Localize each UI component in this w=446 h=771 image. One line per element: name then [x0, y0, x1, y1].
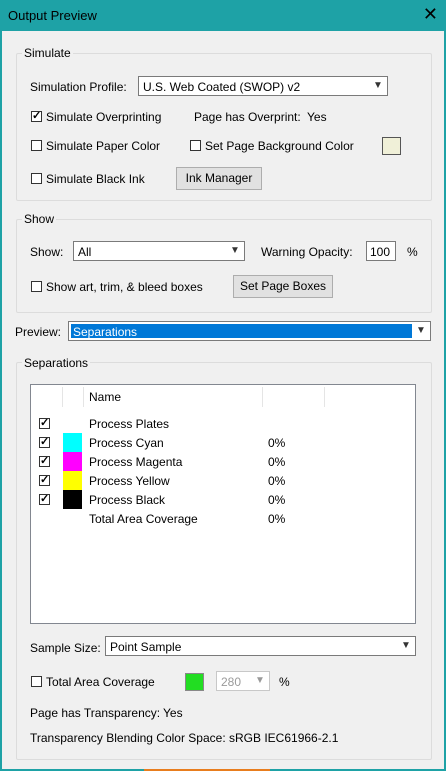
simulate-black-ink-checkbox[interactable] [31, 173, 42, 184]
separation-color-swatch [63, 490, 82, 509]
separation-checkbox[interactable] [39, 492, 50, 505]
separation-name: Total Area Coverage [89, 512, 198, 526]
sample-size-label: Sample Size: [30, 641, 101, 655]
preview-label: Preview: [15, 325, 62, 339]
separation-checkbox[interactable] [39, 454, 50, 467]
simulation-profile-label: Simulation Profile: [30, 80, 127, 94]
sample-size-select[interactable]: Point Sample ▼ [105, 636, 416, 656]
chevron-down-icon: ▼ [401, 640, 411, 651]
tac-value: 280 [221, 675, 242, 689]
total-area-coverage-checkbox[interactable] [31, 676, 42, 687]
close-icon[interactable]: ✕ [423, 5, 438, 23]
set-page-boxes-button[interactable]: Set Page Boxes [233, 275, 333, 298]
separation-color-swatch [63, 471, 82, 490]
simulate-group-label: Simulate [22, 46, 73, 60]
simulate-overprinting-label[interactable]: Simulate Overprinting [46, 110, 161, 124]
show-boxes-label[interactable]: Show art, trim, & bleed boxes [46, 280, 203, 294]
warning-opacity-label: Warning Opacity: [261, 245, 353, 259]
simulate-paper-color-label[interactable]: Simulate Paper Color [46, 139, 160, 153]
separations-list-header: Name [31, 385, 415, 407]
separation-row[interactable]: Process Cyan 0% [31, 433, 415, 452]
window-border-left [0, 31, 2, 771]
warning-opacity-unit: % [407, 245, 418, 259]
separation-row[interactable]: Process Magenta 0% [31, 452, 415, 471]
sample-size-value: Point Sample [110, 640, 182, 654]
simulate-black-ink-label[interactable]: Simulate Black Ink [46, 172, 145, 186]
separation-name: Process Plates [89, 417, 170, 431]
separation-checkbox[interactable] [39, 435, 50, 448]
separation-row[interactable]: Process Plates [31, 414, 415, 433]
chevron-down-icon: ▼ [416, 325, 426, 336]
separation-color-swatch [63, 433, 82, 452]
separation-checkbox[interactable] [39, 416, 50, 429]
total-area-coverage-label[interactable]: Total Area Coverage [46, 675, 155, 689]
transparency-label: Page has Transparency: [30, 706, 161, 720]
separations-list[interactable]: Name Process PlatesProcess Cyan0%Process… [30, 384, 416, 624]
blending-space-value: sRGB IEC61966-2.1 [229, 731, 339, 745]
window-title: Output Preview [8, 8, 97, 23]
page-overprint-value: Yes [307, 110, 327, 124]
simulation-profile-select[interactable]: U.S. Web Coated (SWOP) v2 ▼ [138, 76, 388, 96]
show-boxes-checkbox[interactable] [31, 281, 42, 292]
transparency-value: Yes [163, 706, 183, 720]
separation-row[interactable]: Process Yellow 0% [31, 471, 415, 490]
separation-coverage: 0% [268, 512, 286, 526]
show-select[interactable]: All ▼ [73, 241, 245, 261]
title-bar: Output Preview ✕ [0, 0, 446, 31]
simulate-overprinting-checkbox[interactable] [31, 109, 42, 122]
chevron-down-icon: ▼ [373, 80, 383, 91]
warning-opacity-input[interactable]: 100 [366, 241, 396, 261]
set-page-bg-color-label[interactable]: Set Page Background Color [205, 139, 354, 153]
separation-name: Process Black [89, 493, 166, 507]
show-label: Show: [30, 245, 64, 259]
separation-name: Process Cyan [89, 436, 164, 450]
preview-value: Separations [73, 325, 138, 339]
separation-name: Process Yellow [89, 474, 170, 488]
simulation-profile-value: U.S. Web Coated (SWOP) v2 [143, 80, 301, 94]
separation-coverage: 0% [268, 474, 286, 488]
separation-name: Process Magenta [89, 455, 183, 469]
chevron-down-icon: ▼ [255, 675, 265, 686]
show-group [16, 219, 432, 313]
separation-coverage: 0% [268, 455, 286, 469]
warning-opacity-value: 100 [370, 245, 391, 259]
page-bg-color-swatch[interactable] [382, 137, 401, 155]
show-value: All [78, 245, 92, 259]
preview-select[interactable]: Separations ▼ [68, 321, 431, 341]
blending-space-label: Transparency Blending Color Space: [30, 731, 226, 745]
separation-row[interactable]: Process Black 0% [31, 490, 415, 509]
separation-color-swatch [63, 452, 82, 471]
tac-color-swatch[interactable] [185, 673, 204, 691]
page-overprint-label: Page has Overprint: [194, 110, 301, 124]
chevron-down-icon: ▼ [230, 245, 240, 256]
tac-value-select[interactable]: 280 ▼ [216, 671, 270, 691]
show-group-label: Show [22, 212, 57, 226]
simulate-paper-color-checkbox[interactable] [31, 140, 42, 151]
separation-coverage: 0% [268, 436, 286, 450]
separation-coverage: 0% [268, 493, 286, 507]
separation-checkbox[interactable] [39, 473, 50, 486]
tac-unit: % [279, 675, 290, 689]
column-header-name[interactable]: Name [89, 390, 121, 404]
set-page-bg-color-checkbox[interactable] [190, 140, 201, 151]
separations-group-label: Separations [22, 356, 91, 370]
ink-manager-button[interactable]: Ink Manager [176, 167, 262, 190]
separation-row[interactable]: Total Area Coverage 0% [31, 509, 415, 528]
